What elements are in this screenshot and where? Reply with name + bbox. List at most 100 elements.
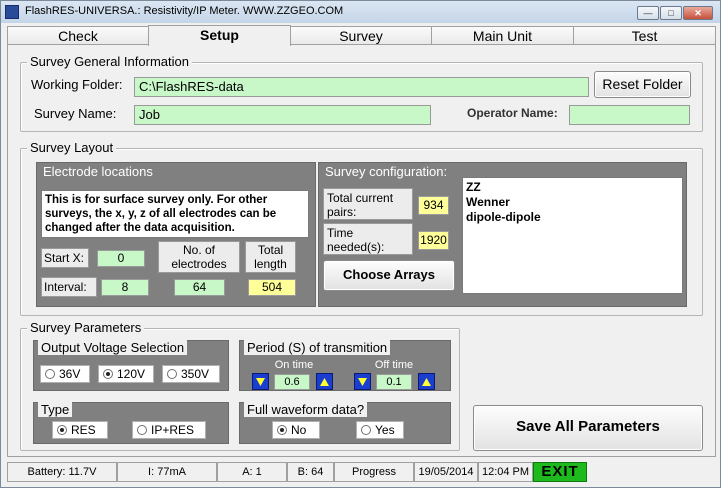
radio-dot-selected-icon (103, 369, 113, 379)
setup-page: Survey General Information Working Folde… (7, 44, 716, 457)
off-time-decrease-button[interactable] (354, 373, 371, 390)
survey-layout-group: Survey Layout Electrode locations This i… (20, 140, 703, 316)
period-title: Period (S) of transmition (244, 340, 391, 355)
window-title: FlashRES-UNIVERSA.: Resistivity/IP Meter… (25, 5, 344, 17)
voltage-120v-radio[interactable]: 120V (98, 365, 154, 383)
electrode-locations-panel: Electrode locations This is for surface … (36, 162, 316, 307)
array-list-item[interactable]: Wenner (466, 195, 679, 210)
surface-survey-note: This is for surface survey only. For oth… (41, 190, 309, 238)
reset-folder-button[interactable]: Reset Folder (594, 71, 691, 98)
type-ip-res-label: IP+RES (151, 423, 195, 437)
voltage-350v-label: 350V (181, 367, 210, 381)
on-time-decrease-button[interactable] (252, 373, 269, 390)
electrode-b-status: B: 64 (287, 462, 334, 482)
tab-check[interactable]: Check (7, 26, 149, 45)
start-x-label: Start X: (41, 248, 89, 268)
electrode-locations-title: Electrode locations (43, 164, 153, 179)
radio-dot-icon (167, 369, 177, 379)
array-list[interactable]: ZZ Wenner dipole-dipole (462, 177, 683, 294)
num-electrodes-field[interactable]: 64 (174, 279, 225, 296)
on-time-field[interactable]: 0.6 (274, 374, 310, 390)
exit-button[interactable]: EXIT (533, 462, 587, 482)
general-info-group: Survey General Information Working Folde… (20, 54, 703, 132)
tab-survey[interactable]: Survey (290, 26, 432, 45)
total-length-field[interactable]: 504 (248, 279, 296, 296)
battery-status: Battery: 11.7V (7, 462, 117, 482)
survey-parameters-group: Survey Parameters Output Voltage Selecti… (20, 320, 460, 451)
arrow-up-icon (422, 378, 431, 386)
type-panel: Type RES IP+RES (33, 402, 229, 444)
interval-label: Interval: (41, 277, 97, 297)
survey-layout-title: Survey Layout (27, 140, 117, 155)
survey-configuration-title: Survey configuration: (325, 164, 448, 179)
date-status: 19/05/2014 (414, 462, 478, 482)
voltage-36v-radio[interactable]: 36V (40, 365, 90, 383)
on-time-label: On time (270, 359, 318, 373)
operator-name-field[interactable] (569, 105, 690, 125)
period-panel: Period (S) of transmition On time 0.6 Of… (239, 340, 451, 391)
arrow-down-icon (256, 378, 265, 386)
current-status: I: 77mA (117, 462, 217, 482)
title-bar: FlashRES-UNIVERSA.: Resistivity/IP Meter… (1, 1, 720, 23)
choose-arrays-button[interactable]: Choose Arrays (323, 260, 455, 291)
waveform-yes-label: Yes (375, 423, 395, 437)
survey-configuration-panel: Survey configuration: Total current pair… (318, 162, 687, 307)
time-needed-value: 1920 (418, 231, 449, 250)
off-time-label: Off time (370, 359, 418, 373)
waveform-no-label: No (291, 423, 307, 437)
progress-status: Progress (334, 462, 414, 482)
waveform-title: Full waveform data? (244, 402, 368, 417)
save-all-parameters-button[interactable]: Save All Parameters (473, 405, 703, 451)
off-time-increase-button[interactable] (418, 373, 435, 390)
total-length-label: Total length (245, 241, 296, 273)
survey-name-label: Survey Name: (34, 106, 117, 121)
survey-parameters-title: Survey Parameters (27, 320, 145, 335)
app-icon (5, 5, 19, 19)
waveform-no-radio[interactable]: No (272, 421, 320, 439)
electrode-a-status: A: 1 (217, 462, 287, 482)
voltage-36v-label: 36V (59, 367, 81, 381)
app-window: FlashRES-UNIVERSA.: Resistivity/IP Meter… (0, 0, 721, 488)
array-list-item[interactable]: ZZ (466, 180, 679, 195)
tab-main-unit[interactable]: Main Unit (431, 26, 574, 45)
status-bar: Battery: 11.7V I: 77mA A: 1 B: 64 Progre… (7, 461, 716, 483)
maximize-button[interactable]: □ (660, 6, 682, 20)
survey-name-field[interactable]: Job (134, 105, 431, 125)
working-folder-label: Working Folder: (31, 77, 123, 92)
type-title: Type (38, 402, 73, 417)
num-electrodes-label: No. of electrodes (158, 241, 240, 273)
start-x-field[interactable]: 0 (97, 250, 145, 267)
radio-dot-icon (361, 425, 371, 435)
general-info-title: Survey General Information (27, 54, 192, 69)
interval-field[interactable]: 8 (101, 279, 149, 296)
voltage-120v-label: 120V (117, 367, 146, 381)
waveform-panel: Full waveform data? No Yes (239, 402, 451, 444)
radio-dot-icon (137, 425, 147, 435)
waveform-yes-radio[interactable]: Yes (356, 421, 404, 439)
time-status: 12:04 PM (478, 462, 533, 482)
type-res-label: RES (71, 423, 96, 437)
total-pairs-label: Total current pairs: (323, 188, 413, 220)
arrow-up-icon (320, 378, 329, 386)
radio-dot-selected-icon (57, 425, 67, 435)
off-time-field[interactable]: 0.1 (376, 374, 412, 390)
voltage-350v-radio[interactable]: 350V (162, 365, 220, 383)
operator-name-label: Operator Name: (467, 106, 558, 120)
arrow-down-icon (358, 378, 367, 386)
tab-bar: Check Setup Survey Main Unit Test (7, 25, 716, 46)
type-res-radio[interactable]: RES (52, 421, 108, 439)
type-ip-res-radio[interactable]: IP+RES (132, 421, 206, 439)
output-voltage-title: Output Voltage Selection (38, 340, 188, 355)
time-needed-label: Time needed(s): (323, 223, 413, 255)
radio-dot-icon (45, 369, 55, 379)
close-button[interactable]: ✕ (683, 6, 713, 20)
array-list-item[interactable]: dipole-dipole (466, 210, 679, 225)
on-time-increase-button[interactable] (316, 373, 333, 390)
minimize-button[interactable]: — (637, 6, 659, 20)
tab-test[interactable]: Test (573, 26, 716, 45)
total-pairs-value: 934 (418, 196, 449, 215)
radio-dot-selected-icon (277, 425, 287, 435)
tab-setup[interactable]: Setup (148, 25, 291, 46)
working-folder-field[interactable]: C:\FlashRES-data (134, 77, 589, 97)
output-voltage-panel: Output Voltage Selection 36V 120V 350V (33, 340, 229, 391)
